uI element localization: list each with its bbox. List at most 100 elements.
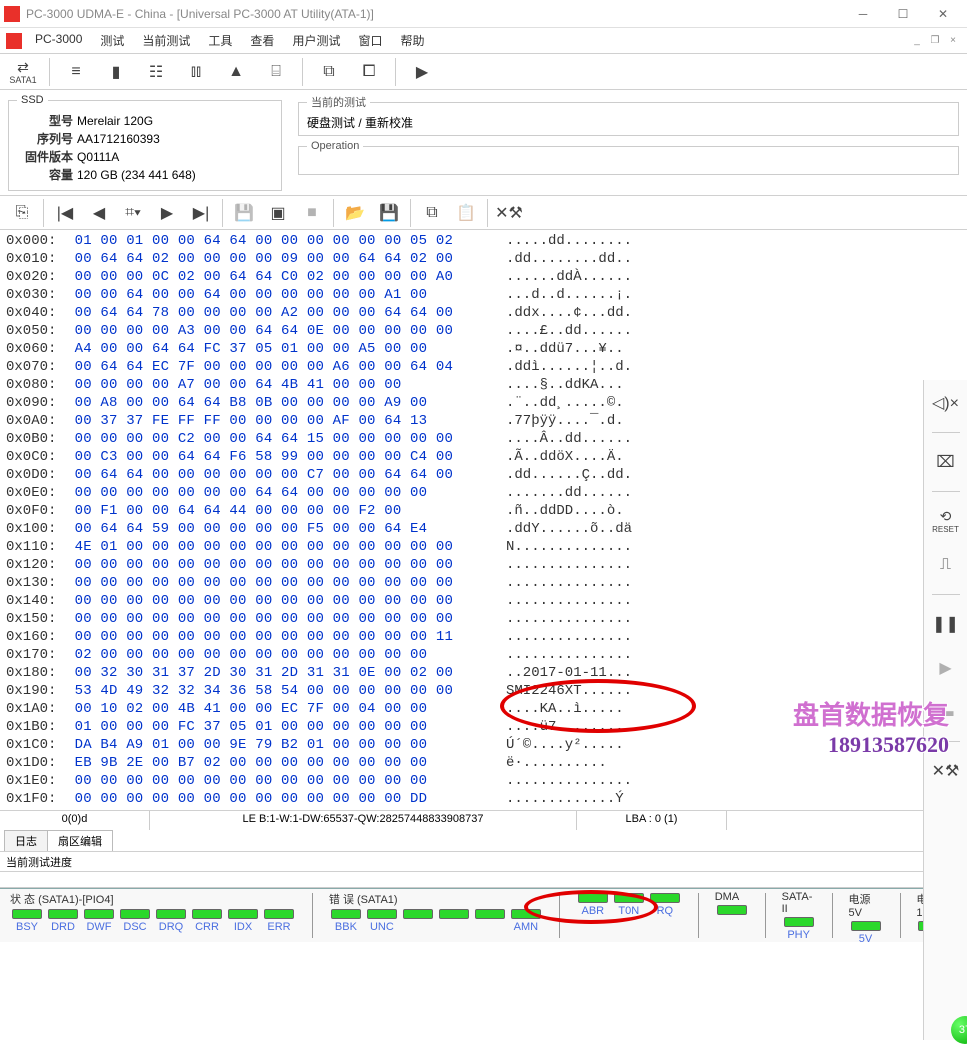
hex-bytes[interactable]: 00 00 00 00 00 00 00 00 00 00 00 00 00 0… [66, 628, 486, 646]
maximize-button[interactable]: ☐ [883, 1, 923, 27]
hex-row[interactable]: 0x080: 00 00 00 00 A7 00 00 64 4B 41 00 … [6, 376, 961, 394]
hex-bytes[interactable]: A4 00 00 64 64 FC 37 05 01 00 00 A5 00 0… [66, 340, 486, 358]
hex-bytes[interactable]: 01 00 00 00 FC 37 05 01 00 00 00 00 00 0… [66, 718, 486, 736]
hex-row[interactable]: 0x1B0: 01 00 00 00 FC 37 05 01 00 00 00 … [6, 718, 961, 736]
hex-row[interactable]: 0x0A0: 00 37 37 FE FF FF 00 00 00 00 AF … [6, 412, 961, 430]
mdi-minimize-icon[interactable]: _ [909, 33, 925, 49]
tab-log[interactable]: 日志 [4, 830, 48, 851]
hex-row[interactable]: 0x140: 00 00 00 00 00 00 00 00 00 00 00 … [6, 592, 961, 610]
hex-ascii[interactable]: Ú´©....y²..... [506, 736, 624, 754]
hex-row[interactable]: 0x0E0: 00 00 00 00 00 00 00 64 64 00 00 … [6, 484, 961, 502]
saveas-icon[interactable]: 💾 [373, 198, 405, 228]
hex-ascii[interactable]: .ddx....¢...dd. [506, 304, 632, 322]
hex-ascii[interactable]: .......dd...... [506, 484, 632, 502]
hex-row[interactable]: 0x040: 00 64 64 78 00 00 00 00 A2 00 00 … [6, 304, 961, 322]
tab-sector-edit[interactable]: 扇区编辑 [47, 830, 113, 851]
hex-row[interactable]: 0x050: 00 00 00 00 A3 00 00 64 64 0E 00 … [6, 322, 961, 340]
hex-row[interactable]: 0x070: 00 64 64 EC 7F 00 00 00 00 00 A6 … [6, 358, 961, 376]
hex-ascii[interactable]: .............Ý [506, 790, 624, 808]
hex-bytes[interactable]: 00 A8 00 00 64 64 B8 0B 00 00 00 00 A9 0… [66, 394, 486, 412]
hex-bytes[interactable]: 00 00 00 00 00 00 00 00 00 00 00 00 00 D… [66, 790, 486, 808]
hex-row[interactable]: 0x090: 00 A8 00 00 64 64 B8 0B 00 00 00 … [6, 394, 961, 412]
hex-row[interactable]: 0x0B0: 00 00 00 00 C2 00 00 64 64 15 00 … [6, 430, 961, 448]
hex-ascii[interactable]: ....ü7........ [506, 718, 624, 736]
hex-bytes[interactable]: 00 10 02 00 4B 41 00 00 EC 7F 00 04 00 0… [66, 700, 486, 718]
settings-icon[interactable]: ✕⚒ [493, 198, 525, 228]
db-icon[interactable]: ⌸ [259, 57, 293, 87]
save-icon[interactable]: 💾 [228, 198, 260, 228]
hex-bytes[interactable]: 00 64 64 EC 7F 00 00 00 00 00 A6 00 00 6… [66, 358, 486, 376]
hex-bytes[interactable]: 00 32 30 31 37 2D 30 31 2D 31 31 0E 00 0… [66, 664, 486, 682]
hex-row[interactable]: 0x150: 00 00 00 00 00 00 00 00 00 00 00 … [6, 610, 961, 628]
hex-bytes[interactable]: 00 00 00 00 00 00 00 00 00 00 00 00 00 0… [66, 556, 486, 574]
hex-row[interactable]: 0x1A0: 00 10 02 00 4B 41 00 00 EC 7F 00 … [6, 700, 961, 718]
hex-ascii[interactable]: .¨..dd¸.....©. [506, 394, 624, 412]
hex-row[interactable]: 0x020: 00 00 00 0C 02 00 64 64 C0 02 00 … [6, 268, 961, 286]
first-icon[interactable]: |◀ [49, 198, 81, 228]
hex-bytes[interactable]: 00 00 00 00 00 00 00 00 00 00 00 00 00 0… [66, 610, 486, 628]
hex-bytes[interactable]: DA B4 A9 01 00 00 9E 79 B2 01 00 00 00 0… [66, 736, 486, 754]
hex-bytes[interactable]: 00 F1 00 00 64 64 44 00 00 00 00 F2 00 [66, 502, 486, 520]
hex-ascii[interactable]: ............... [506, 574, 632, 592]
goto-icon[interactable]: ⌗▾ [117, 198, 149, 228]
hex-bytes[interactable]: 00 00 64 00 00 64 00 00 00 00 00 00 A1 0… [66, 286, 486, 304]
hex-row[interactable]: 0x180: 00 32 30 31 37 2D 30 31 2D 31 31 … [6, 664, 961, 682]
menu-test[interactable]: 测试 [93, 29, 131, 52]
hex-ascii[interactable]: .ddY......õ..dä [506, 520, 632, 538]
tools-icon[interactable]: ✕⚒ [929, 756, 963, 786]
list-icon[interactable]: ☷ [139, 57, 173, 87]
hex-ascii[interactable]: .Ã..ddöX....Ä. [506, 448, 624, 466]
open-icon[interactable]: 📂 [339, 198, 371, 228]
menu-user-test[interactable]: 用户测试 [285, 29, 347, 52]
hex-row[interactable]: 0x060: A4 00 00 64 64 FC 37 05 01 00 00 … [6, 340, 961, 358]
hex-ascii[interactable]: ..2017-01-11... [506, 664, 632, 682]
hex-bytes[interactable]: 00 37 37 FE FF FF 00 00 00 00 AF 00 64 1… [66, 412, 486, 430]
sound-icon[interactable]: ◁)× [929, 388, 963, 418]
play2-icon[interactable]: ▶ [929, 653, 963, 683]
hex-ascii[interactable]: .ddì......¦..d. [506, 358, 632, 376]
hex-ascii[interactable]: .....dd........ [506, 232, 632, 250]
hex-ascii[interactable]: .dd........dd.. [506, 250, 632, 268]
hex-ascii[interactable]: .77þÿÿ....¯.d. [506, 412, 624, 430]
last-icon[interactable]: ▶| [185, 198, 217, 228]
connector-icon[interactable]: ⎍ [929, 550, 963, 580]
hex-row[interactable]: 0x160: 00 00 00 00 00 00 00 00 00 00 00 … [6, 628, 961, 646]
hex-ascii[interactable]: .¤..ddü7...¥.. [506, 340, 624, 358]
close-button[interactable]: ✕ [923, 1, 963, 27]
next-icon[interactable]: ▶ [151, 198, 183, 228]
hex-row[interactable]: 0x010: 00 64 64 02 00 00 00 00 09 00 00 … [6, 250, 961, 268]
hex-ascii[interactable]: ....£..dd...... [506, 322, 632, 340]
hex-ascii[interactable]: .dd......Ç..dd. [506, 466, 632, 484]
hex-bytes[interactable]: 00 C3 00 00 64 64 F6 58 99 00 00 00 00 C… [66, 448, 486, 466]
module-icon[interactable]: ▣ [262, 198, 294, 228]
hex-ascii[interactable]: ...d..d......¡. [506, 286, 632, 304]
hex-bytes[interactable]: 00 00 00 00 A3 00 00 64 64 0E 00 00 00 0… [66, 322, 486, 340]
paste-icon[interactable]: 📋 [450, 198, 482, 228]
play-icon[interactable]: ▶ [405, 57, 439, 87]
compass-icon[interactable]: ▲ [219, 57, 253, 87]
hex-ascii[interactable]: ë·.......... [506, 754, 607, 772]
chip-icon[interactable]: ▮ [99, 57, 133, 87]
hex-row[interactable]: 0x0F0: 00 F1 00 00 64 64 44 00 00 00 00 … [6, 502, 961, 520]
hex-ascii[interactable]: ....Â..dd...... [506, 430, 632, 448]
hex-ascii[interactable]: N.............. [506, 538, 632, 556]
export-icon[interactable]: ⎘ [6, 198, 38, 228]
hex-bytes[interactable]: 00 64 64 02 00 00 00 00 09 00 00 64 64 0… [66, 250, 486, 268]
hex-bytes[interactable]: 00 00 00 00 00 00 00 64 64 00 00 00 00 0… [66, 484, 486, 502]
prev-icon[interactable]: ◀ [83, 198, 115, 228]
hex-bytes[interactable]: 00 64 64 59 00 00 00 00 00 F5 00 00 64 E… [66, 520, 486, 538]
menu-app[interactable]: PC-3000 [28, 29, 89, 52]
hex-bytes[interactable]: 00 00 00 00 A7 00 00 64 4B 41 00 00 00 [66, 376, 486, 394]
hex-ascii[interactable]: ....§..ddKA... [506, 376, 624, 394]
hex-row[interactable]: 0x120: 00 00 00 00 00 00 00 00 00 00 00 … [6, 556, 961, 574]
hex-bytes[interactable]: 00 00 00 00 00 00 00 00 00 00 00 00 00 0… [66, 574, 486, 592]
reset-icon[interactable]: ⟲RESET [929, 506, 963, 536]
menu-help[interactable]: 帮助 [393, 29, 431, 52]
hex-row[interactable]: 0x1C0: DA B4 A9 01 00 00 9E 79 B2 01 00 … [6, 736, 961, 754]
barcode-icon[interactable]: ⧠ [352, 57, 386, 87]
tool-btn-1[interactable]: ≡ [59, 57, 93, 87]
port-button[interactable]: ⇄ SATA1 [6, 57, 40, 87]
hex-bytes[interactable]: 02 00 00 00 00 00 00 00 00 00 00 00 00 0… [66, 646, 486, 664]
hex-ascii[interactable]: ............... [506, 610, 632, 628]
hex-row[interactable]: 0x110: 4E 01 00 00 00 00 00 00 00 00 00 … [6, 538, 961, 556]
